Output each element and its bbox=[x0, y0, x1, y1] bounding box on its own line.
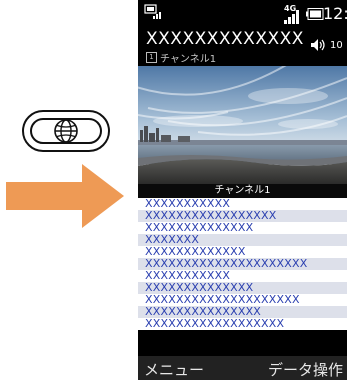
channel-label: チャンネル1 bbox=[160, 54, 217, 65]
image-caption: チャンネル1 bbox=[138, 184, 347, 198]
channel-number-badge: 1 bbox=[146, 52, 157, 63]
signal-strength-icon bbox=[284, 10, 299, 24]
page-title: XXXXXXXXXXXXX bbox=[146, 29, 304, 49]
menu-softkey[interactable]: メニュー bbox=[144, 359, 204, 380]
clock: 12:34 bbox=[323, 4, 347, 23]
list-item[interactable]: XXXXXXXXXXXXXXXXXXXX bbox=[138, 294, 347, 306]
list-item[interactable]: XXXXXXXXXXXXXXXXX bbox=[138, 210, 347, 222]
speaker-icon bbox=[311, 39, 325, 51]
phone-screen: 4G 12:34 XXXXXXXXXXXXX 10 1 チャンネル1 bbox=[138, 0, 347, 380]
browser-key-button[interactable] bbox=[22, 110, 110, 152]
data-operation-softkey[interactable]: データ操作 bbox=[268, 359, 343, 380]
softkey-bar: メニュー データ操作 bbox=[138, 356, 347, 380]
volume-level: 10 bbox=[330, 40, 343, 51]
status-bar: 4G 12:34 bbox=[138, 0, 347, 26]
list-item[interactable]: XXXXXXXXXXX bbox=[138, 270, 347, 282]
channel-photo bbox=[138, 66, 347, 184]
link-list: XXXXXXXXXXX XXXXXXXXXXXXXXXXX XXXXXXXXXX… bbox=[138, 198, 347, 356]
arrow-right-icon bbox=[6, 164, 124, 228]
page-header: XXXXXXXXXXXXX 10 1 チャンネル1 bbox=[138, 26, 347, 66]
battery-icon bbox=[306, 8, 324, 20]
list-item[interactable]: XXXXXXXXXXXXXXX bbox=[138, 306, 347, 318]
list-item[interactable]: XXXXXXXXXXXXX bbox=[138, 246, 347, 258]
list-item[interactable]: XXXXXXXXXXXXXXXXXX bbox=[138, 318, 347, 330]
list-item[interactable]: XXXXXXXXXXX bbox=[138, 198, 347, 210]
list-item[interactable]: XXXXXXXXXXXXXX bbox=[138, 282, 347, 294]
list-item[interactable]: XXXXXXXXXXXXXXXXXXXXX bbox=[138, 258, 347, 270]
globe-icon bbox=[54, 119, 78, 143]
list-item[interactable]: XXXXXXXXXXXXXX bbox=[138, 222, 347, 234]
list-item[interactable]: XXXXXXX bbox=[138, 234, 347, 246]
sim-signal-icon bbox=[144, 4, 161, 19]
